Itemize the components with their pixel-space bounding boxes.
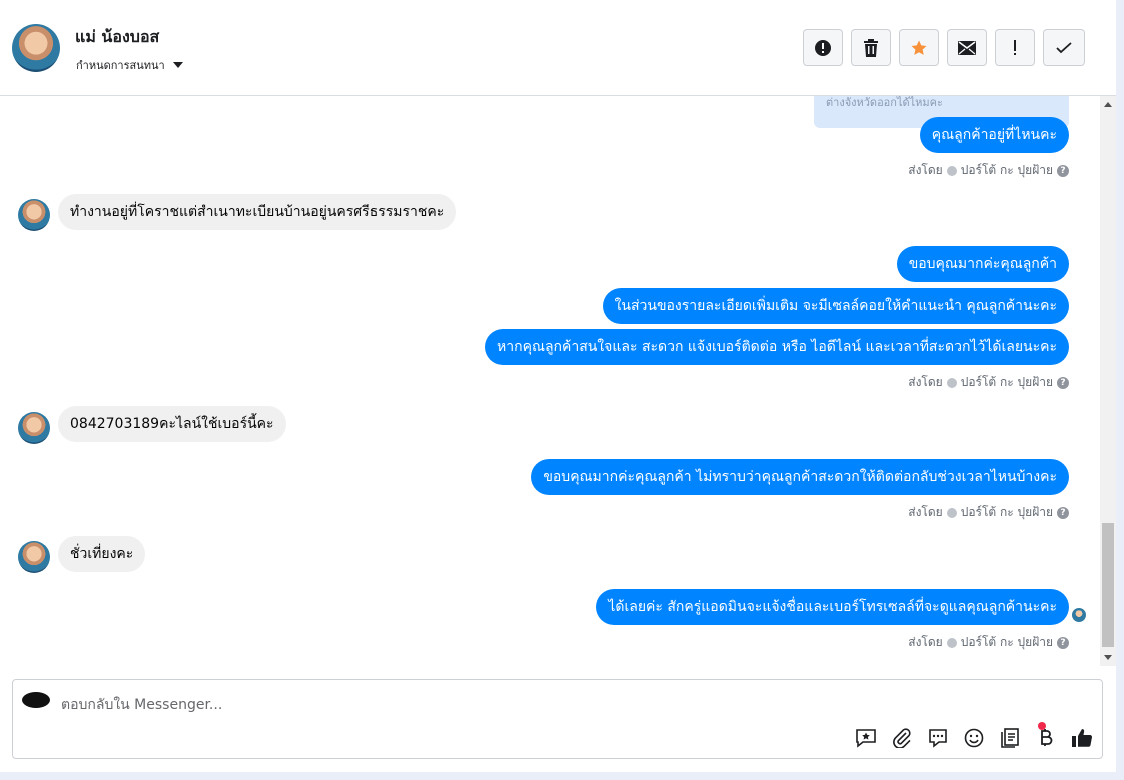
emoji-button[interactable]	[962, 726, 986, 750]
quoted-message-text: ต่างจังหวัดออกได้ไหมคะ	[826, 96, 943, 109]
read-receipt-avatar	[1072, 608, 1086, 622]
star-icon	[911, 40, 927, 55]
sent-by-line: ส่งโดย ปอร์โต้ กะ ปุยฝ้าย ?	[908, 373, 1069, 392]
customer-avatar[interactable]	[18, 541, 50, 573]
assign-conversation-dropdown[interactable]: กำหนดการสนทนา	[76, 56, 183, 74]
saved-reply-icon	[856, 729, 876, 748]
window-edge-bottom	[0, 772, 1124, 780]
sent-by-label: ส่งโดย	[908, 163, 943, 177]
follow-up-button[interactable]	[995, 29, 1035, 66]
like-button[interactable]	[1070, 726, 1094, 750]
scroll-up-arrow-icon[interactable]	[1104, 102, 1112, 107]
scrollbar-thumb[interactable]	[1102, 523, 1114, 647]
attach-button[interactable]	[890, 726, 914, 750]
help-icon[interactable]: ?	[1057, 636, 1069, 649]
star-button[interactable]	[899, 29, 939, 66]
thread-scrollbar[interactable]	[1100, 96, 1116, 666]
customer-avatar[interactable]	[18, 412, 50, 444]
assign-label: กำหนดการสนทนา	[76, 59, 165, 72]
alert-circle-icon	[815, 39, 831, 56]
chat-bubble-icon	[929, 729, 947, 748]
help-icon[interactable]: ?	[1057, 164, 1069, 177]
help-icon[interactable]: ?	[1057, 506, 1069, 519]
sent-by-label: ส่งโดย	[908, 505, 943, 519]
verified-dot-icon	[946, 637, 957, 648]
message-thread: ต่างจังหวัดออกได้ไหมคะ คุณลูกค้าอยู่ที่ไ…	[0, 96, 1100, 666]
check-icon	[1056, 41, 1072, 53]
contact-name[interactable]: แม่ น้องบอส	[75, 25, 159, 50]
sent-by-label: ส่งโดย	[908, 635, 943, 649]
reply-composer[interactable]: ตอบกลับใน Messenger...	[12, 679, 1103, 759]
page-logo-avatar	[22, 692, 50, 708]
catalog-icon	[1001, 728, 1019, 748]
notification-dot	[1038, 722, 1046, 730]
quick-reply-button[interactable]	[926, 726, 950, 750]
sent-by-label: ส่งโดย	[908, 375, 943, 389]
help-icon[interactable]: ?	[1057, 376, 1069, 389]
message-bubble-outgoing[interactable]: หากคุณลูกค้าสนใจและ สะดวก แจ้งเบอร์ติดต่…	[485, 329, 1069, 365]
sent-by-line: ส่งโดย ปอร์โต้ กะ ปุยฝ้าย ?	[908, 633, 1069, 652]
verified-dot-icon	[946, 507, 957, 518]
customer-avatar[interactable]	[18, 199, 50, 231]
catalog-button[interactable]	[998, 726, 1022, 750]
message-bubble-outgoing[interactable]: ในส่วนของรายละเอียดเพิ่มเติม จะมีเซลล์คอ…	[602, 288, 1069, 324]
scroll-down-arrow-icon[interactable]	[1104, 655, 1112, 660]
message-bubble-incoming[interactable]: ชั่วเที่ยงคะ	[58, 536, 146, 572]
window-edge-right	[1116, 0, 1124, 780]
payment-button[interactable]	[1034, 726, 1058, 750]
message-bubble-outgoing[interactable]: ได้เลยค่ะ สักครู่แอดมินจะแจ้งชื่อและเบอร…	[596, 589, 1069, 625]
conversation-header: แม่ น้องบอส กำหนดการสนทนา	[0, 0, 1116, 96]
mark-done-button[interactable]	[1043, 29, 1085, 66]
message-bubble-outgoing[interactable]: คุณลูกค้าอยู่ที่ไหนคะ	[919, 117, 1069, 153]
trash-icon	[864, 38, 878, 57]
reply-input[interactable]: ตอบกลับใน Messenger...	[61, 694, 222, 716]
message-bubble-outgoing[interactable]: ขอบคุณมากค่ะคุณลูกค้า	[896, 246, 1069, 282]
mark-unread-button[interactable]	[947, 29, 987, 66]
saved-reply-button[interactable]	[854, 726, 878, 750]
thumbs-up-icon	[1072, 729, 1093, 747]
message-bubble-incoming[interactable]: 0842703189คะไลน์ใช้เบอร์นี้คะ	[58, 406, 286, 442]
attachment-icon	[893, 728, 911, 748]
emoji-icon	[964, 728, 984, 748]
agent-name: ปอร์โต้ กะ ปุยฝ้าย	[960, 163, 1053, 177]
sent-by-line: ส่งโดย ปอร์โต้ กะ ปุยฝ้าย ?	[908, 161, 1069, 180]
agent-name: ปอร์โต้ กะ ปุยฝ้าย	[960, 505, 1053, 519]
sent-by-line: ส่งโดย ปอร์โต้ กะ ปุยฝ้าย ?	[908, 503, 1069, 522]
verified-dot-icon	[946, 377, 957, 388]
envelope-icon	[958, 40, 976, 55]
message-bubble-incoming[interactable]: ทำงานอยู่ที่โคราชแต่สำเนาทะเบียนบ้านอยู่…	[58, 194, 457, 230]
mark-spam-button[interactable]	[803, 29, 843, 66]
contact-avatar[interactable]	[12, 24, 60, 72]
agent-name: ปอร์โต้ กะ ปุยฝ้าย	[960, 375, 1053, 389]
caret-down-icon	[172, 62, 183, 68]
message-bubble-outgoing[interactable]: ขอบคุณมากค่ะคุณลูกค้า ไม่ทราบว่าคุณลูกค้…	[531, 459, 1069, 495]
baht-payment-icon	[1041, 729, 1053, 746]
verified-dot-icon	[946, 165, 957, 176]
exclamation-icon	[1014, 39, 1016, 55]
delete-button[interactable]	[851, 29, 891, 66]
agent-name: ปอร์โต้ กะ ปุยฝ้าย	[960, 635, 1053, 649]
inbox-panel: แม่ น้องบอส กำหนดการสนทนา ต่างจังหวัดออก…	[0, 0, 1116, 772]
